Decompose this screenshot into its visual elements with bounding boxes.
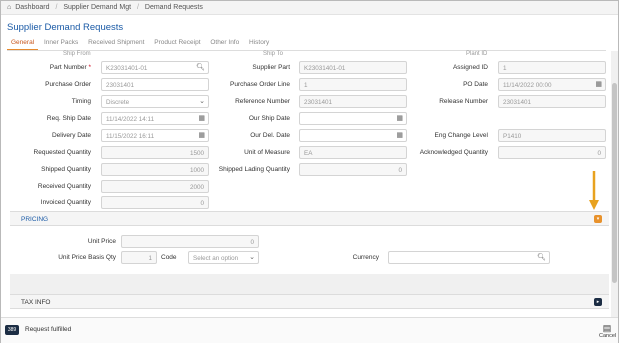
- unit-of-measure-field[interactable]: EA: [299, 146, 407, 159]
- release-number-label: Release Number: [439, 98, 488, 105]
- tax-info-section-header[interactable]: TAX INFO ▸: [10, 294, 609, 309]
- required-marker: *: [88, 64, 91, 71]
- breadcrumb: ⌂ Dashboard / Supplier Demand Mgt / Deman…: [1, 1, 618, 15]
- annotation-arrow-icon: [589, 171, 599, 210]
- eng-change-level-field[interactable]: P1410: [498, 129, 606, 142]
- unit-price-label: Unit Price: [87, 238, 116, 245]
- breadcrumb-demand-requests[interactable]: Demand Requests: [145, 4, 203, 11]
- tab-other-info[interactable]: Other Info: [206, 37, 243, 51]
- shipped-lading-quantity-label: Shipped Lading Quantity: [218, 166, 290, 173]
- status-bar: 389 Request fulfilled ▤ Cancel: [1, 317, 618, 343]
- cancel-icon: ▤: [602, 323, 612, 333]
- po-date-label: PO Date: [463, 81, 488, 88]
- tab-general[interactable]: General: [7, 37, 39, 51]
- scrollbar-thumb[interactable]: [612, 83, 617, 283]
- received-quantity-label: Received Quantity: [37, 183, 91, 190]
- chevron-down-icon: ⌄: [199, 98, 205, 105]
- assigned-id-label: Assigned ID: [452, 64, 488, 71]
- code-select[interactable]: Select an option ⌄: [188, 251, 259, 264]
- timing-select[interactable]: Discrete ⌄: [101, 95, 209, 108]
- invoiced-quantity-label: Invoiced Quantity: [40, 199, 91, 206]
- received-quantity-field[interactable]: 2000: [101, 180, 209, 193]
- eng-change-level-label: Eng Change Level: [434, 132, 489, 139]
- calendar-icon[interactable]: ▦: [396, 131, 403, 139]
- page-title: Supplier Demand Requests: [7, 22, 124, 33]
- calendar-icon[interactable]: ▦: [198, 114, 205, 122]
- our-del-date-label: Our Del. Date: [250, 132, 290, 139]
- requested-quantity-field[interactable]: 1500: [101, 146, 209, 159]
- unit-of-measure-label: Unit of Measure: [244, 149, 290, 156]
- unit-price-basis-qty-field[interactable]: 1: [121, 251, 157, 264]
- search-icon[interactable]: 🔍︎: [537, 253, 546, 261]
- our-ship-date-label: Our Ship Date: [248, 115, 290, 122]
- expand-icon[interactable]: ▸: [594, 298, 602, 306]
- tax-info-section-title: TAX INFO: [21, 299, 51, 306]
- code-label: Code: [161, 254, 177, 261]
- acknowledged-quantity-label: Acknowledged Quantity: [419, 149, 488, 156]
- part-number-label: Part Number *: [49, 64, 91, 71]
- supplier-part-field[interactable]: K23031401-01: [299, 61, 407, 74]
- request-count-badge: 389: [5, 325, 19, 335]
- purchase-order-label: Purchase Order: [45, 81, 91, 88]
- requested-quantity-label: Requested Quantity: [33, 149, 91, 156]
- pricing-section-header[interactable]: PRICING ▾: [10, 211, 609, 226]
- home-icon[interactable]: ⌂: [7, 4, 11, 11]
- tab-history[interactable]: History: [245, 37, 273, 51]
- purchase-order-line-label: Purchase Order Line: [230, 81, 290, 88]
- our-ship-date-field[interactable]: ▦: [299, 112, 407, 125]
- part-number-field[interactable]: K23031401-01 🔍︎: [101, 61, 209, 74]
- breadcrumb-supplier-demand-mgt[interactable]: Supplier Demand Mgt: [63, 4, 131, 11]
- po-date-field[interactable]: 11/14/2022 00:00 ▦: [498, 78, 606, 91]
- cancel-button[interactable]: ▤ Cancel: [599, 323, 616, 339]
- plant-id-label-cut: Plant ID: [466, 51, 488, 57]
- search-icon[interactable]: 🔍︎: [196, 63, 205, 71]
- currency-label: Currency: [352, 254, 379, 261]
- breadcrumb-dashboard[interactable]: Dashboard: [15, 4, 49, 11]
- timing-label: Timing: [71, 98, 91, 105]
- shipped-quantity-field[interactable]: 1000: [101, 163, 209, 176]
- delivery-date-label: Delivery Date: [51, 132, 91, 139]
- ship-from-label-cut: Ship From: [63, 51, 91, 57]
- unit-price-basis-qty-label: Unit Price Basis Qty: [58, 254, 116, 261]
- acknowledged-quantity-field[interactable]: 0: [498, 146, 606, 159]
- release-number-field[interactable]: 23031401: [498, 95, 606, 108]
- invoiced-quantity-field[interactable]: 0: [101, 196, 209, 209]
- reference-number-field[interactable]: 23031401: [299, 95, 407, 108]
- calendar-icon[interactable]: ▦: [595, 80, 602, 88]
- tab-inner-packs[interactable]: Inner Packs: [40, 37, 82, 51]
- supplier-part-label: Supplier Part: [252, 64, 290, 71]
- purchase-order-line-field[interactable]: 1: [299, 78, 407, 91]
- our-del-date-field[interactable]: ▦: [299, 129, 407, 142]
- calendar-icon[interactable]: ▦: [396, 114, 403, 122]
- currency-field[interactable]: 🔍︎: [388, 251, 550, 264]
- app-window: ⌂ Dashboard / Supplier Demand Mgt / Deman…: [0, 0, 619, 343]
- calendar-icon[interactable]: ▦: [198, 131, 205, 139]
- shipped-lading-quantity-field[interactable]: 0: [299, 163, 407, 176]
- tab-received-shipment[interactable]: Received Shipment: [84, 37, 148, 51]
- delivery-date-field[interactable]: 11/15/2022 16:11 ▦: [101, 129, 209, 142]
- unit-price-field[interactable]: 0: [121, 235, 259, 248]
- collapse-icon[interactable]: ▾: [594, 215, 602, 223]
- ship-to-label-cut: Ship To: [263, 51, 283, 57]
- purchase-order-field[interactable]: 23031401: [101, 78, 209, 91]
- req-ship-date-label: Req. Ship Date: [46, 115, 91, 122]
- reference-number-label: Reference Number: [235, 98, 290, 105]
- status-message: Request fulfilled: [25, 326, 72, 333]
- tab-product-receipt[interactable]: Product Receipt: [150, 37, 204, 51]
- tab-bar: General Inner Packs Received Shipment Pr…: [7, 37, 273, 51]
- shipped-quantity-label: Shipped Quantity: [41, 166, 91, 173]
- pricing-section-title: PRICING: [21, 216, 49, 223]
- assigned-id-field[interactable]: 1: [498, 61, 606, 74]
- req-ship-date-field[interactable]: 11/14/2022 14:11 ▦: [101, 112, 209, 125]
- vertical-scrollbar[interactable]: [611, 51, 618, 317]
- chevron-down-icon: ⌄: [249, 254, 255, 261]
